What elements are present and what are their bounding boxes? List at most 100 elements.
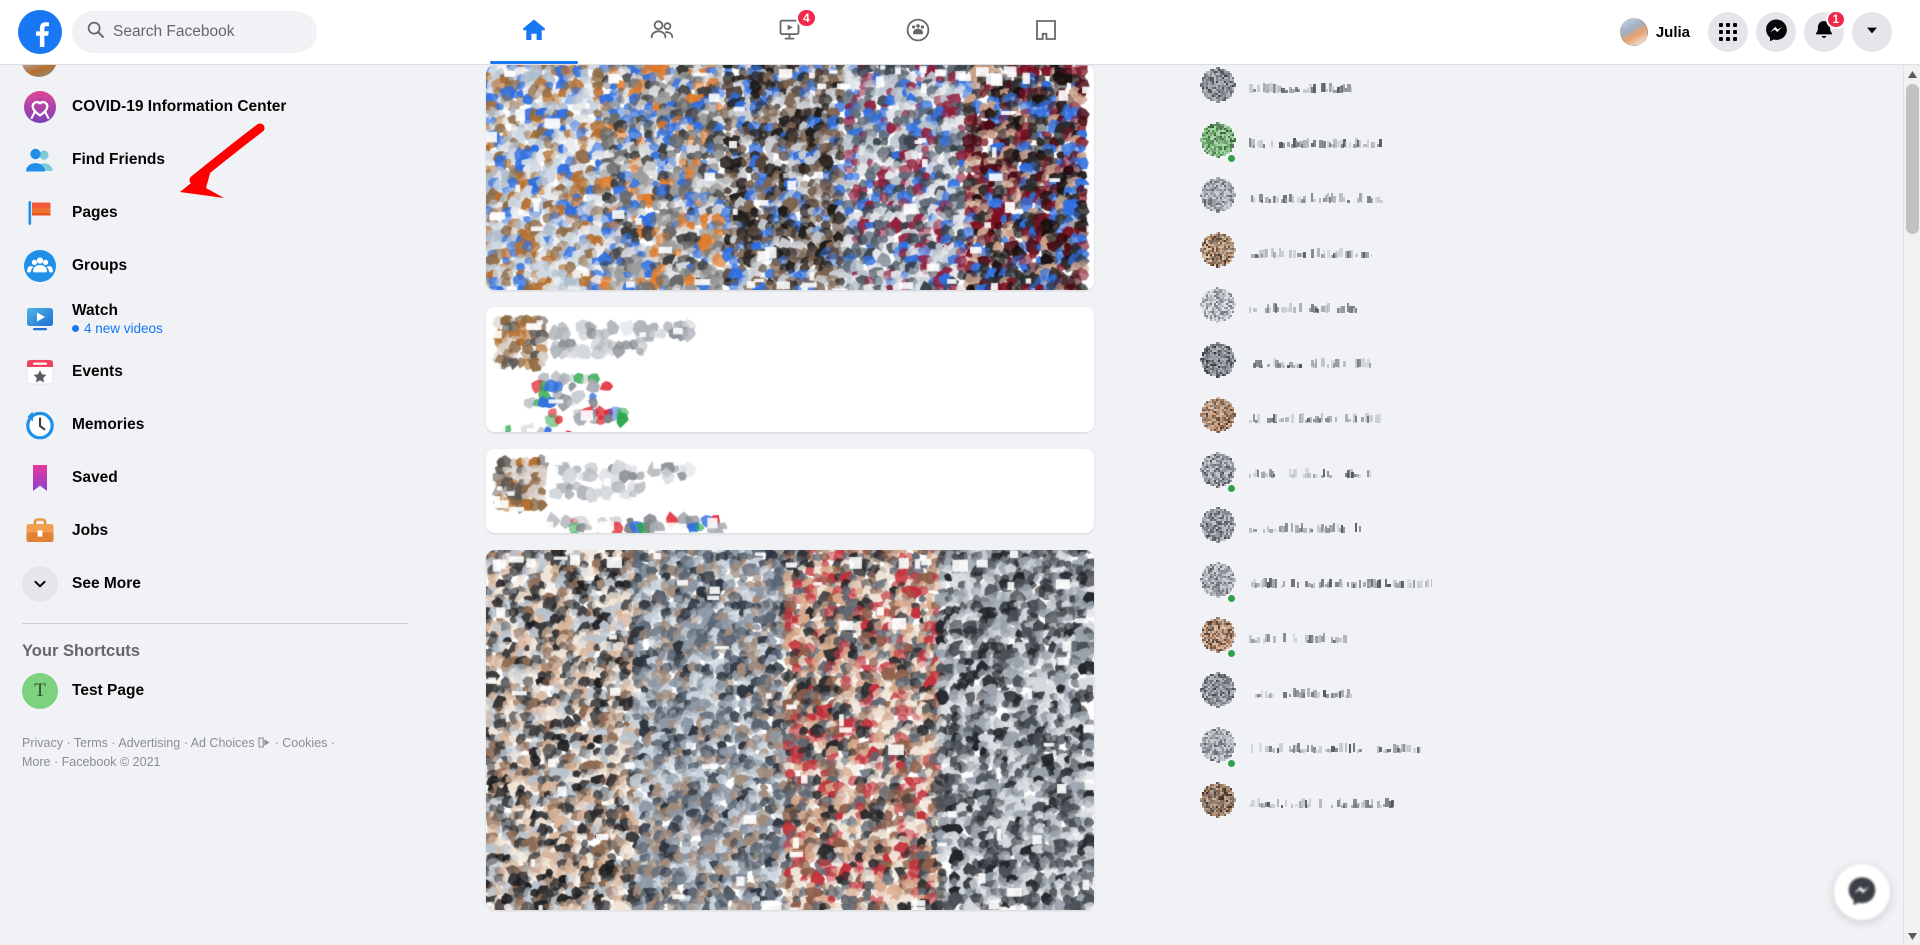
footer-link-privacy[interactable]: Privacy xyxy=(22,736,63,750)
sidebar-item-pages[interactable]: Pages xyxy=(16,190,414,236)
footer-sep: · xyxy=(330,736,336,750)
find-friends-icon xyxy=(22,142,58,178)
contact-avatar-wrap xyxy=(1200,231,1236,273)
feed-post-card[interactable] xyxy=(486,65,1094,290)
notifications-badge: 1 xyxy=(1825,10,1846,29)
facebook-logo-icon[interactable] xyxy=(18,10,62,54)
online-status-dot xyxy=(1226,757,1237,769)
sidebar-divider xyxy=(22,623,408,624)
tab-watch[interactable]: 4 xyxy=(726,0,854,64)
contact-row[interactable] xyxy=(1192,505,1572,549)
contact-name-redacted xyxy=(1249,686,1352,698)
contact-row[interactable] xyxy=(1192,615,1572,659)
top-navigation-bar: 4 Julia xyxy=(0,0,1920,65)
account-menu-button[interactable] xyxy=(1852,12,1892,52)
sidebar-item-jobs[interactable]: Jobs xyxy=(16,508,414,554)
sidebar-item-saved[interactable]: Saved xyxy=(16,455,414,501)
messenger-button[interactable] xyxy=(1756,12,1796,52)
contact-avatar-redacted xyxy=(1200,506,1236,543)
news-feed xyxy=(470,65,1110,944)
online-status-dot xyxy=(1226,592,1237,604)
contact-row[interactable] xyxy=(1192,395,1572,439)
contact-avatar-wrap xyxy=(1200,176,1236,218)
sidebar-item-events[interactable]: Events xyxy=(16,349,414,395)
home-icon xyxy=(520,16,548,49)
contact-name-redacted xyxy=(1249,246,1372,258)
footer-link-terms[interactable]: Terms xyxy=(74,736,108,750)
sidebar-item-label: COVID-19 Information Center xyxy=(72,98,287,116)
online-status-dot xyxy=(1226,647,1237,659)
contact-name-redacted xyxy=(1249,81,1352,93)
page-scrollbar[interactable] xyxy=(1903,65,1920,944)
post-media-redacted xyxy=(486,550,1094,910)
search-input[interactable] xyxy=(113,23,293,41)
jobs-briefcase-icon xyxy=(22,513,58,549)
feed-post-card[interactable] xyxy=(486,550,1094,910)
contacts-list xyxy=(1192,65,1920,824)
contact-avatar-redacted xyxy=(1200,231,1236,268)
footer-sep: · xyxy=(183,736,188,750)
online-status-dot xyxy=(1226,152,1237,164)
footer-copyright: Facebook © 2021 xyxy=(61,755,161,770)
tab-gaming[interactable] xyxy=(982,0,1110,64)
post-text-redacted xyxy=(486,449,1094,533)
contact-avatar-wrap xyxy=(1200,561,1237,604)
contact-avatar-wrap xyxy=(1200,121,1237,164)
profile-chip[interactable]: Julia xyxy=(1616,14,1700,50)
scrollbar-thumb[interactable] xyxy=(1906,84,1919,234)
tab-friends[interactable] xyxy=(598,0,726,64)
footer-sep: · xyxy=(53,755,59,770)
sidebar-cut-avatar xyxy=(16,65,414,77)
contact-avatar-wrap xyxy=(1200,726,1237,769)
contact-avatar-wrap xyxy=(1200,781,1236,823)
contact-row[interactable] xyxy=(1192,670,1572,714)
grid-menu-button[interactable] xyxy=(1708,12,1748,52)
contact-row[interactable] xyxy=(1192,450,1572,494)
sidebar-item-covid-19-information-center[interactable]: COVID-19 Information Center xyxy=(16,84,414,130)
contact-row[interactable] xyxy=(1192,780,1572,824)
new-message-fab[interactable] xyxy=(1834,864,1890,920)
sidebar-item-find-friends[interactable]: Find Friends xyxy=(16,137,414,183)
contact-row[interactable] xyxy=(1192,65,1572,109)
contact-row[interactable] xyxy=(1192,725,1572,769)
footer-link-ad-choices[interactable]: Ad Choices xyxy=(191,736,255,750)
sidebar-item-memories[interactable]: Memories xyxy=(16,402,414,448)
feed-post-card[interactable] xyxy=(486,307,1094,432)
tab-home[interactable] xyxy=(470,0,598,64)
shortcuts-heading: Your Shortcuts xyxy=(22,642,140,660)
topbar-nav-tabs: 4 xyxy=(470,0,1110,64)
scroll-down-button[interactable] xyxy=(1904,927,1920,944)
contact-name-redacted xyxy=(1249,301,1357,313)
notifications-button[interactable]: 1 xyxy=(1804,10,1846,52)
contact-row[interactable] xyxy=(1192,230,1572,274)
tab-groups[interactable] xyxy=(854,0,982,64)
search-box[interactable] xyxy=(72,11,317,53)
contact-row[interactable] xyxy=(1192,175,1572,219)
contact-row[interactable] xyxy=(1192,120,1572,164)
footer-link-advertising[interactable]: Advertising xyxy=(118,736,180,750)
contact-avatar-wrap xyxy=(1200,341,1236,383)
sidebar-item-groups[interactable]: Groups xyxy=(16,243,414,289)
contact-name-redacted xyxy=(1249,796,1395,808)
sidebar-item-label: Events xyxy=(72,363,123,381)
contact-name-redacted xyxy=(1249,576,1432,588)
contact-avatar-wrap xyxy=(1200,671,1236,713)
feed-post-card[interactable] xyxy=(486,449,1094,533)
shortcut-item-test-page[interactable]: T Test Page xyxy=(16,668,414,714)
triangle-down-icon xyxy=(1908,927,1917,945)
footer-link-more[interactable]: More xyxy=(22,755,50,769)
footer-link-cookies[interactable]: Cookies xyxy=(282,736,327,750)
avatar xyxy=(1619,18,1648,46)
footer-sep: · xyxy=(274,736,279,750)
contact-avatar-redacted xyxy=(1200,176,1236,213)
footer-sep: · xyxy=(66,736,71,750)
scroll-up-button[interactable] xyxy=(1904,65,1920,82)
contact-row[interactable] xyxy=(1192,560,1572,604)
watch-badge: 4 xyxy=(796,8,817,28)
sidebar-item-see-more[interactable]: See More xyxy=(16,561,414,607)
chevron-down-icon xyxy=(22,566,58,602)
sidebar-item-watch[interactable]: Watch 4 new videos xyxy=(16,296,414,342)
contact-row[interactable] xyxy=(1192,340,1572,384)
contact-name-redacted xyxy=(1249,741,1421,753)
contact-row[interactable] xyxy=(1192,285,1572,329)
